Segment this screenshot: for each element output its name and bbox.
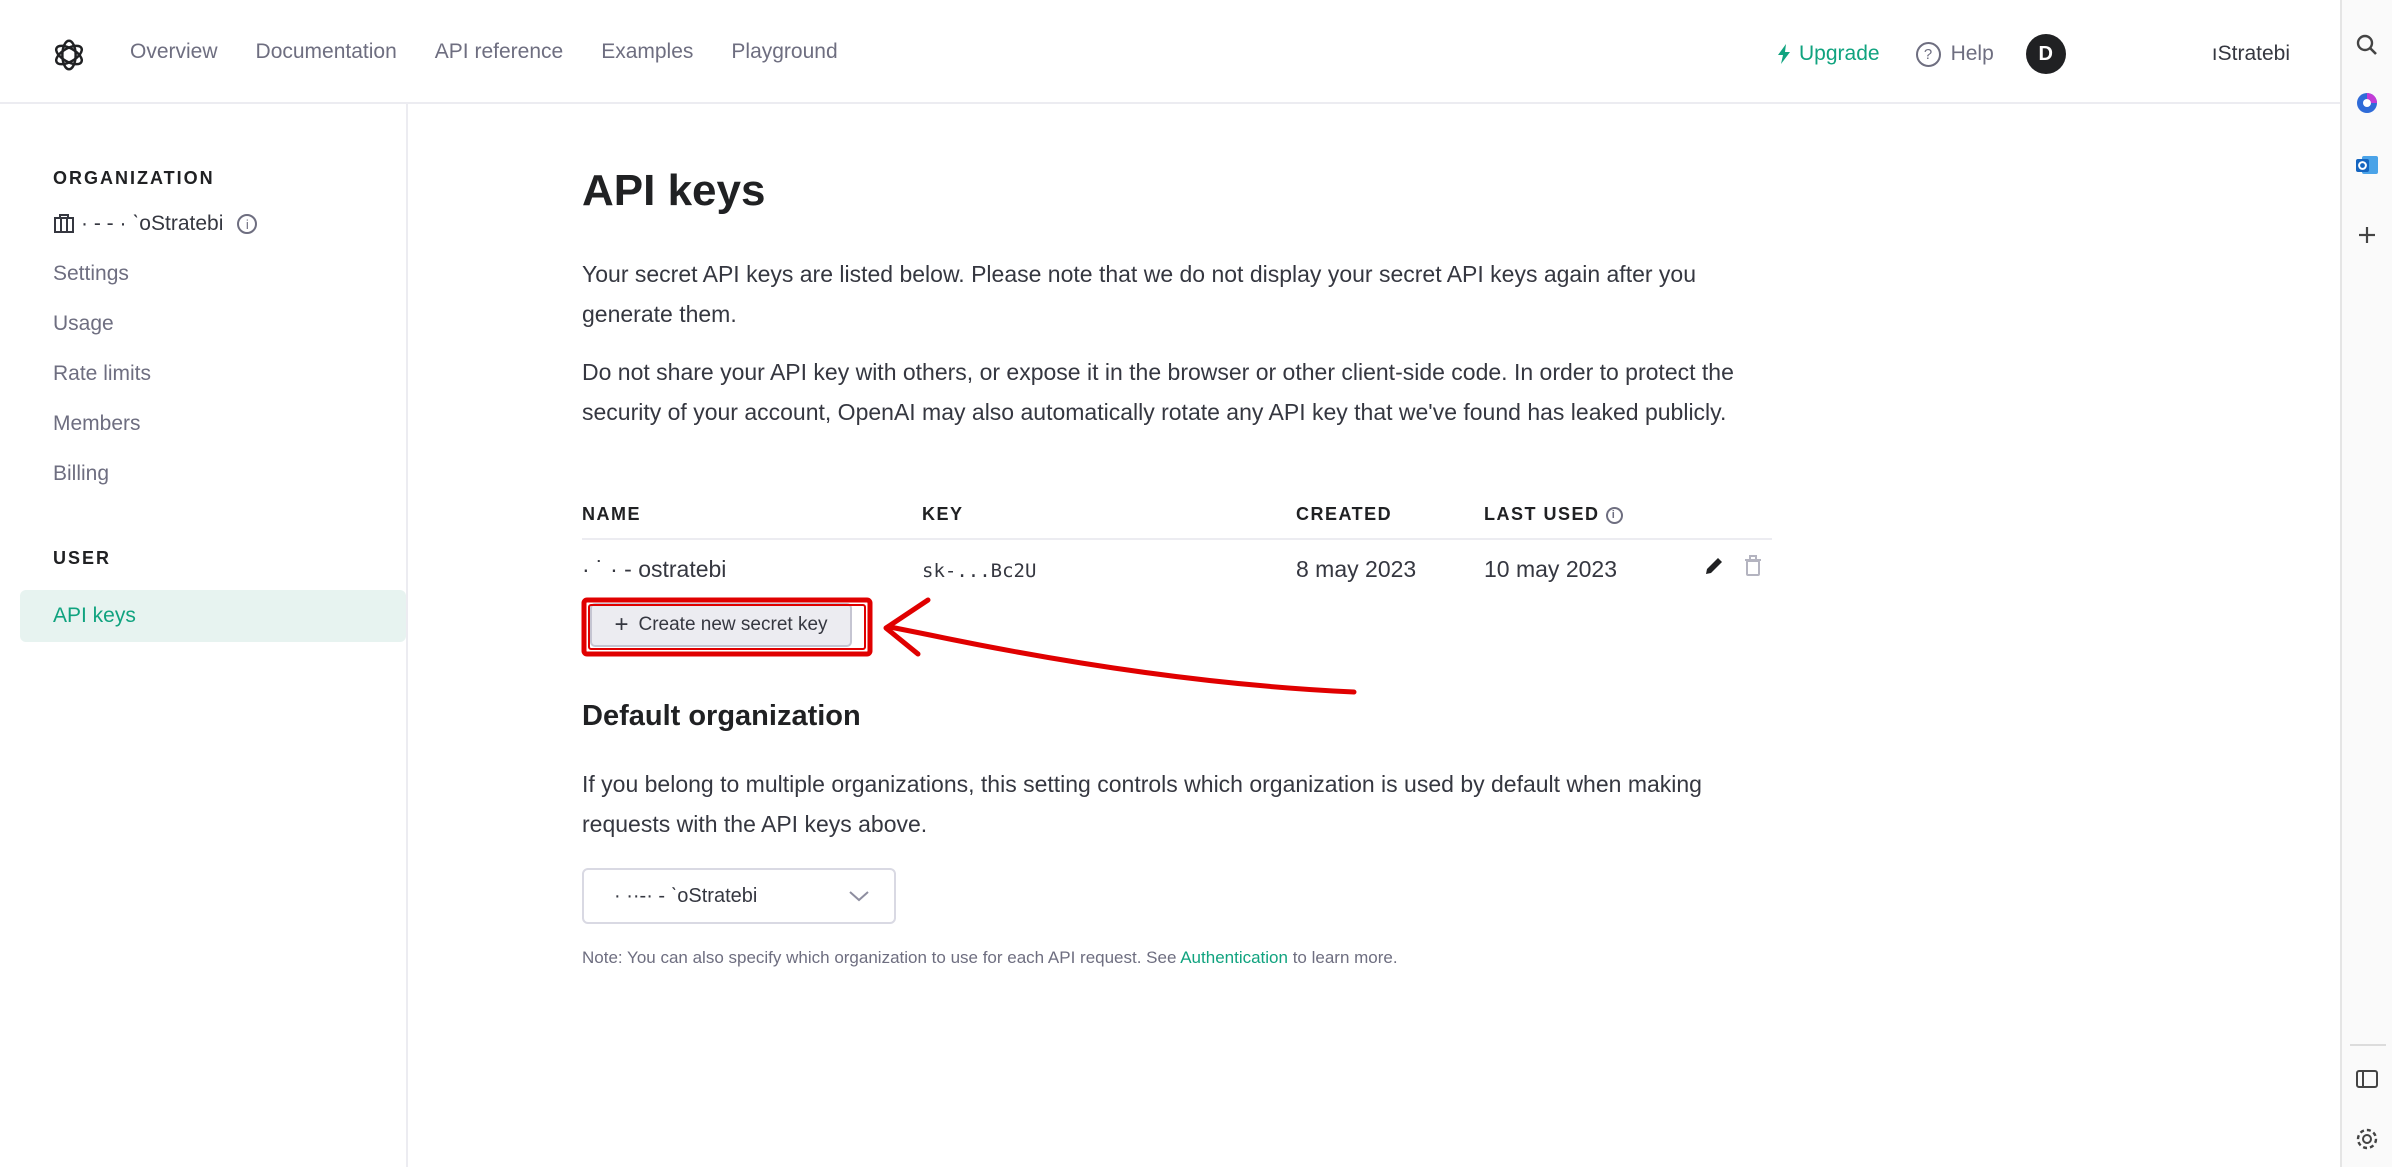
page-title: API keys bbox=[582, 166, 766, 215]
sidebar-org-name[interactable]: · - ‐ · ˋoStratebi i bbox=[53, 212, 258, 236]
nav-playground[interactable]: Playground bbox=[731, 40, 837, 64]
nav-documentation[interactable]: Documentation bbox=[256, 40, 397, 64]
side-panel-divider bbox=[2350, 1044, 2386, 1046]
note-prefix: Note: You can also specify which organiz… bbox=[582, 948, 1181, 967]
app-window: Overview Documentation API reference Exa… bbox=[0, 0, 2340, 1167]
nav-overview[interactable]: Overview bbox=[130, 40, 218, 64]
lightning-icon bbox=[1778, 44, 1791, 64]
column-header-last-used: LAST USED i bbox=[1484, 504, 1623, 525]
column-header-name: NAME bbox=[582, 504, 641, 524]
intro-paragraph-2: Do not share your API key with others, o… bbox=[582, 359, 1734, 425]
authentication-link[interactable]: Authentication bbox=[1180, 948, 1288, 967]
openai-logo-icon[interactable] bbox=[50, 36, 88, 74]
key-value-cell: sk-...Bc2U bbox=[922, 560, 1037, 582]
outlook-icon[interactable] bbox=[2352, 150, 2382, 180]
top-nav: Overview Documentation API reference Exa… bbox=[0, 0, 2340, 104]
gear-icon[interactable] bbox=[2352, 1124, 2382, 1154]
key-name-cell: · ˙ · ‐ ostratebi bbox=[582, 556, 727, 582]
default-organization-select[interactable]: · ··‐· ‐ ˋoStratebi bbox=[582, 868, 896, 924]
avatar: D bbox=[2025, 34, 2066, 74]
sidebar-item-usage[interactable]: Usage bbox=[53, 312, 114, 336]
sidebar-item-rate-limits[interactable]: Rate limits bbox=[53, 362, 151, 386]
copilot-icon[interactable] bbox=[2352, 88, 2382, 118]
trash-icon[interactable] bbox=[1742, 554, 1764, 578]
org-select-value: · ··‐· ‐ ˋoStratebi bbox=[614, 884, 758, 907]
default-organization-text: If you belong to multiple organizations,… bbox=[582, 771, 1702, 837]
sidebar: ORGANIZATION · - ‐ · ˋoStratebi i Settin… bbox=[0, 104, 408, 1167]
note-suffix: to learn more. bbox=[1287, 948, 1398, 967]
sidebar-org-label: · - ‐ · ˋoStratebi bbox=[81, 212, 224, 235]
table-divider bbox=[582, 538, 1772, 540]
nav-examples[interactable]: Examples bbox=[601, 40, 693, 64]
add-icon[interactable] bbox=[2352, 220, 2382, 250]
annotation-arrow-head bbox=[883, 597, 931, 657]
help-link[interactable]: ? Help bbox=[1915, 41, 1994, 67]
search-icon[interactable] bbox=[2352, 30, 2382, 60]
plus-icon: + bbox=[614, 611, 629, 638]
sidebar-heading-user: USER bbox=[53, 548, 112, 568]
nav-right: Upgrade ? Help D ıStratebi bbox=[1777, 34, 2290, 74]
create-new-secret-key-button[interactable]: + Create new secret key bbox=[590, 603, 852, 647]
info-icon[interactable]: i bbox=[1605, 506, 1623, 524]
username: ıStratebi bbox=[2211, 42, 2290, 65]
upgrade-link[interactable]: Upgrade bbox=[1777, 42, 1880, 66]
question-icon: ? bbox=[1915, 41, 1941, 67]
pencil-icon[interactable] bbox=[1702, 554, 1726, 578]
chevron-down-icon bbox=[849, 891, 869, 902]
nav-links: Overview Documentation API reference Exa… bbox=[130, 40, 838, 64]
sidebar-item-settings[interactable]: Settings bbox=[53, 262, 129, 286]
nav-api-reference[interactable]: API reference bbox=[435, 40, 563, 64]
sidebar-heading-organization: ORGANIZATION bbox=[53, 168, 215, 188]
intro-paragraph-1: Your secret API keys are listed below. P… bbox=[582, 261, 1697, 327]
annotation-arrow-shaft bbox=[887, 624, 1357, 695]
sidebar-item-api-keys-label: API keys bbox=[53, 604, 136, 627]
help-label: Help bbox=[1950, 42, 1994, 65]
default-organization-title: Default organization bbox=[582, 700, 861, 732]
organization-note: Note: You can also specify which organiz… bbox=[582, 948, 1398, 968]
create-new-secret-key-label: Create new secret key bbox=[638, 614, 828, 635]
browser-side-panel bbox=[2340, 0, 2392, 1167]
info-icon[interactable]: i bbox=[237, 214, 258, 234]
sidebar-item-members[interactable]: Members bbox=[53, 412, 141, 436]
column-header-last-used-label: LAST USED bbox=[1484, 504, 1600, 524]
key-created-cell: 8 may 2023 bbox=[1296, 556, 1417, 582]
sidebar-item-api-keys[interactable]: API keys bbox=[20, 590, 406, 642]
building-icon bbox=[54, 214, 74, 233]
column-header-created: CREATED bbox=[1296, 504, 1393, 524]
sidebar-toggle-icon[interactable] bbox=[2352, 1064, 2382, 1094]
user-menu[interactable]: D ıStratebi bbox=[2025, 34, 2290, 74]
upgrade-label: Upgrade bbox=[1799, 42, 1880, 65]
sidebar-item-billing[interactable]: Billing bbox=[53, 462, 109, 486]
column-header-key: KEY bbox=[922, 504, 964, 524]
key-last-used-cell: 10 may 2023 bbox=[1484, 556, 1617, 582]
